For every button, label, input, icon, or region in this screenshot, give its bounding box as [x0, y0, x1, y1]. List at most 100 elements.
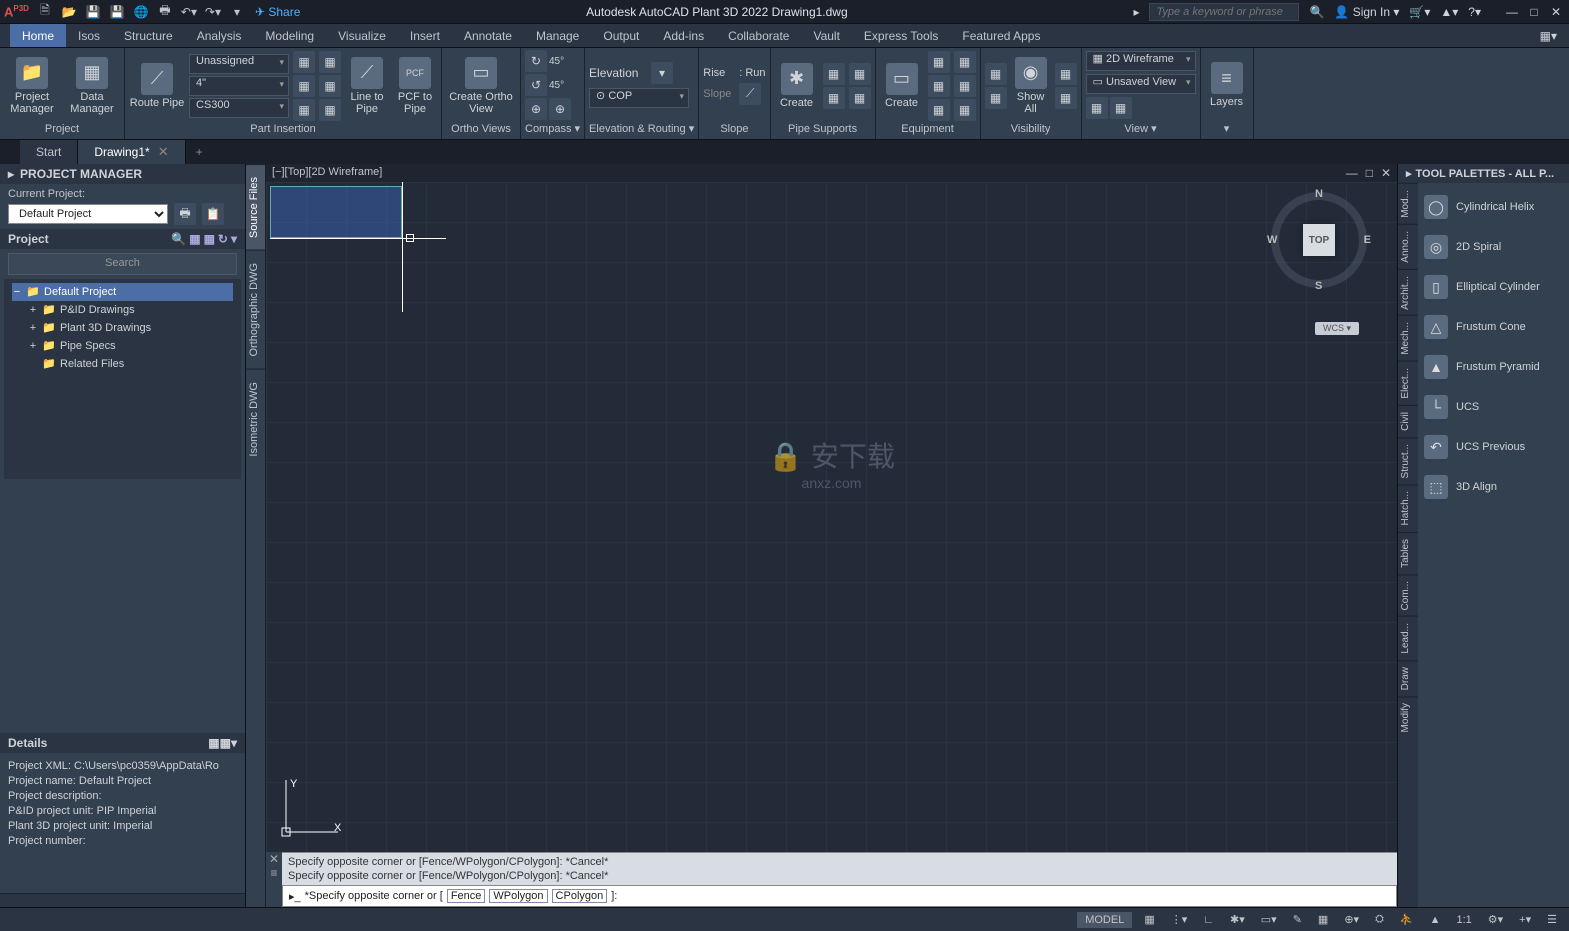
ps-b3[interactable]: ▦ — [849, 63, 871, 85]
sb-anno-icon[interactable]: ▲ — [1426, 912, 1445, 928]
eq-b3[interactable]: ▦ — [928, 99, 950, 121]
vis-b3[interactable]: ▦ — [1055, 63, 1077, 85]
ps-b4[interactable]: ▦ — [849, 87, 871, 109]
tpv-10[interactable]: Lead... — [1398, 616, 1418, 660]
cmd-opt-cpolygon[interactable]: CPolygon — [552, 889, 608, 903]
visual-style-dropdown[interactable]: ▦ 2D Wireframe — [1086, 51, 1196, 71]
current-project-dropdown[interactable]: Default Project — [8, 204, 168, 224]
data-manager-button[interactable]: ▦Data Manager — [64, 52, 120, 120]
pi-btn-3[interactable]: ▦ — [293, 99, 315, 121]
tp-item-pyramid[interactable]: ▲Frustum Pyramid — [1420, 347, 1567, 387]
search-trigger-icon[interactable]: ▸ — [1133, 5, 1139, 19]
cmd-opt-wpolygon[interactable]: WPolygon — [489, 889, 547, 903]
close-button[interactable]: ✕ — [1547, 4, 1565, 20]
pm-ico-5[interactable]: ▾ — [231, 232, 237, 246]
route-pipe-button[interactable]: ⟋Route Pipe — [129, 52, 185, 120]
tree-p3d[interactable]: +📁Plant 3D Drawings — [12, 319, 233, 337]
tab-structure[interactable]: Structure — [112, 24, 185, 47]
canvas[interactable]: TOP N S E W WCS ▾ 🔒 安下载 anxz.com YX — [266, 182, 1397, 852]
view-b1[interactable]: ▦ — [1086, 97, 1108, 119]
tp-item-cone[interactable]: △Frustum Cone — [1420, 307, 1567, 347]
tab-vault[interactable]: Vault — [801, 24, 851, 47]
pi-btn-5[interactable]: ▦ — [319, 75, 341, 97]
minimize-button[interactable]: — — [1503, 4, 1521, 20]
help-icon[interactable]: ?▾ — [1468, 5, 1481, 19]
pm-ico-1[interactable]: 🔍 — [171, 232, 186, 246]
search-input[interactable] — [1149, 3, 1299, 21]
line-to-pipe-button[interactable]: ⟋Line to Pipe — [345, 52, 389, 120]
sb-peop-icon[interactable]: ⛭ — [1371, 911, 1388, 928]
pm-btn-1[interactable]: 🖶 — [174, 203, 196, 225]
layers-button[interactable]: ≡Layers — [1205, 51, 1249, 119]
view-b2[interactable]: ▦ — [1110, 97, 1132, 119]
tpv-4[interactable]: Elect... — [1398, 361, 1418, 405]
maximize-button[interactable]: □ — [1525, 4, 1543, 20]
web-icon[interactable]: 🌐 — [133, 4, 149, 20]
pi-btn-4[interactable]: ▦ — [319, 51, 341, 73]
ribbon-app-icon[interactable]: ▦▾ — [1528, 24, 1569, 47]
cart-icon[interactable]: 🛒▾ — [1409, 5, 1430, 19]
open-icon[interactable]: 📂 — [61, 4, 77, 20]
tab-addins[interactable]: Add-ins — [651, 24, 716, 47]
pm-ico-2[interactable]: ▦ — [189, 232, 200, 246]
vp-min-icon[interactable]: — — [1346, 166, 1358, 180]
tab-analysis[interactable]: Analysis — [185, 24, 254, 47]
new-icon[interactable]: 🗎 — [37, 4, 53, 20]
eq-b4[interactable]: ▦ — [954, 51, 976, 73]
vis-b2[interactable]: ▦ — [985, 87, 1007, 109]
vp-close-icon[interactable]: ✕ — [1381, 166, 1391, 180]
tab-manage[interactable]: Manage — [524, 24, 591, 47]
slope-btn[interactable]: ⟋ — [739, 83, 761, 105]
ps-create-button[interactable]: ✱Create — [775, 52, 819, 120]
compass-b2[interactable]: ⊕ — [549, 98, 571, 120]
tab-featured[interactable]: Featured Apps — [950, 24, 1052, 47]
sb-dyn-icon[interactable]: ✎ — [1289, 911, 1306, 928]
project-manager-button[interactable]: 📁Project Manager — [4, 52, 60, 120]
tpv-1[interactable]: Anno... — [1398, 224, 1418, 269]
cop-dropdown[interactable]: ⊙ COP — [589, 88, 689, 108]
pm-btn-2[interactable]: 📋 — [202, 203, 224, 225]
tree-pipe[interactable]: +📁Pipe Specs — [12, 337, 233, 355]
tpv-3[interactable]: Mech... — [1398, 315, 1418, 361]
sb-model[interactable]: MODEL — [1077, 912, 1132, 928]
det-ico-3[interactable]: ▾ — [231, 736, 237, 750]
pm-ico-4[interactable]: ↻ — [218, 232, 228, 246]
create-ortho-button[interactable]: ▭Create Ortho View — [446, 52, 516, 120]
tp-item-ucsprev[interactable]: ↶UCS Previous — [1420, 427, 1567, 467]
tp-item-3dalign[interactable]: ⬚3D Align — [1420, 467, 1567, 507]
cmd-opt-fence[interactable]: Fence — [447, 889, 486, 903]
sb-more-icon[interactable]: ⋮▾ — [1167, 911, 1192, 928]
tab-insert[interactable]: Insert — [398, 24, 452, 47]
tab-collaborate[interactable]: Collaborate — [716, 24, 801, 47]
tab-output[interactable]: Output — [591, 24, 651, 47]
undo-icon[interactable]: ↶▾ — [181, 4, 197, 20]
cmd-close-icon[interactable]: ✕ — [266, 852, 282, 866]
elev-btn[interactable]: ▾ — [651, 62, 673, 84]
tpv-12[interactable]: Modify — [1398, 696, 1418, 738]
command-line[interactable]: ▸_ *Specify opposite corner or [ Fence W… — [282, 885, 1397, 907]
tpv-8[interactable]: Tables — [1398, 532, 1418, 574]
save-icon[interactable]: 💾 — [85, 4, 101, 20]
eq-b2[interactable]: ▦ — [928, 75, 950, 97]
wcs-badge[interactable]: WCS ▾ — [1315, 322, 1359, 335]
saveas-icon[interactable]: 💾 — [109, 4, 125, 20]
viewcube[interactable]: TOP N S E W — [1271, 192, 1367, 288]
tab-visualize[interactable]: Visualize — [326, 24, 398, 47]
pm-search-input[interactable]: Search — [8, 253, 237, 275]
tab-close-icon[interactable]: ✕ — [158, 144, 169, 160]
redo-icon[interactable]: ↷▾ — [205, 4, 221, 20]
pm-ico-3[interactable]: ▦ — [204, 232, 215, 246]
spec-dropdown[interactable]: CS300 — [189, 98, 289, 118]
tab-express[interactable]: Express Tools — [852, 24, 950, 47]
eq-create-button[interactable]: ▭Create — [880, 52, 924, 120]
cmd-handle-icon[interactable]: ≡ — [266, 866, 282, 880]
pi-btn-2[interactable]: ▦ — [293, 75, 315, 97]
tree-related[interactable]: 📁Related Files — [12, 355, 233, 373]
vtab-iso[interactable]: Isometric DWG — [246, 369, 265, 469]
eq-b1[interactable]: ▦ — [928, 51, 950, 73]
qat-more-icon[interactable]: ▾ — [229, 4, 245, 20]
tab-modeling[interactable]: Modeling — [253, 24, 326, 47]
pi-btn-1[interactable]: ▦ — [293, 51, 315, 73]
tab-drawing1[interactable]: Drawing1*✕ — [78, 140, 185, 164]
vtab-ortho[interactable]: Orthographic DWG — [246, 250, 265, 369]
